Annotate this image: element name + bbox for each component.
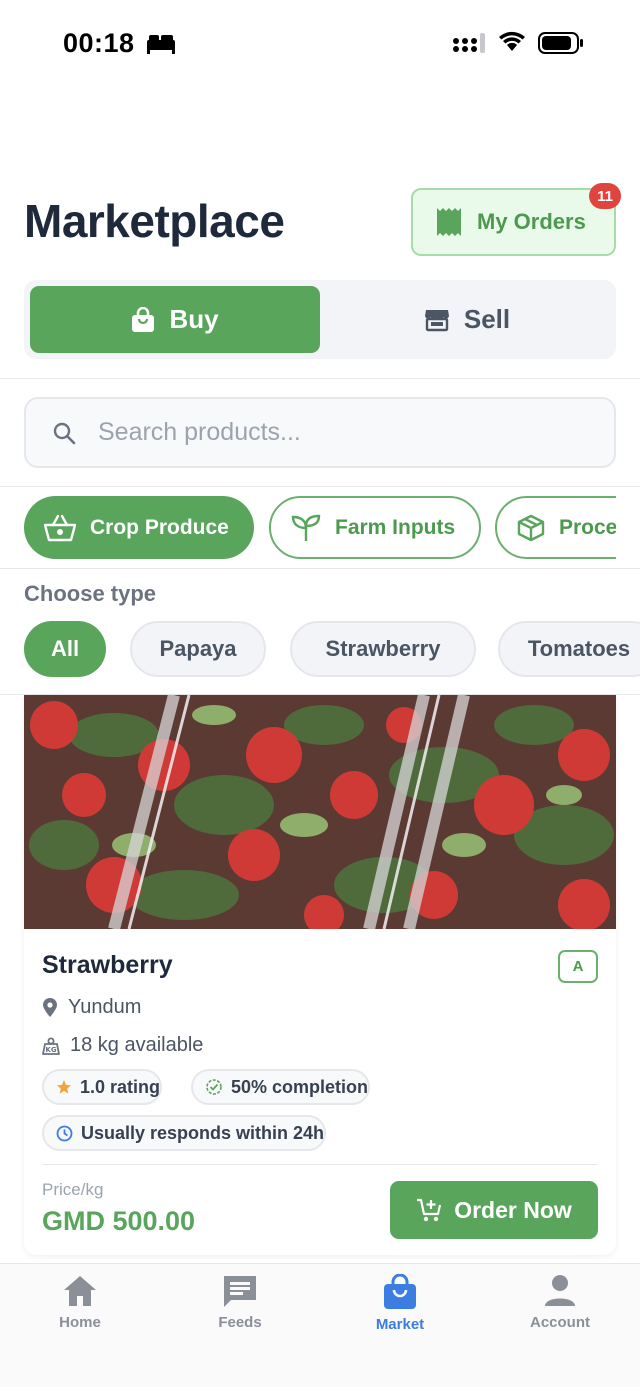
category-chip-crop-produce[interactable]: Crop Produce bbox=[24, 496, 254, 559]
tab-account[interactable]: Account bbox=[480, 1274, 640, 1331]
category-chip-processed[interactable]: Proce bbox=[495, 496, 616, 559]
storefront-icon bbox=[424, 309, 449, 331]
my-orders-label: My Orders bbox=[477, 209, 586, 234]
search-placeholder: Search products... bbox=[98, 418, 301, 446]
cellular-signal-icon bbox=[453, 33, 485, 53]
sleep-focus-icon bbox=[147, 35, 175, 54]
chat-icon bbox=[224, 1276, 256, 1307]
category-chip-farm-inputs[interactable]: Farm Inputs bbox=[269, 496, 481, 559]
type-chip-papaya[interactable]: Papaya bbox=[130, 621, 266, 677]
divider bbox=[0, 486, 640, 487]
svg-text:KG: KG bbox=[45, 1046, 56, 1054]
search-icon bbox=[53, 422, 76, 444]
tab-label: Feeds bbox=[218, 1314, 262, 1331]
completion-pill: 50% completion bbox=[191, 1069, 371, 1105]
order-now-button[interactable]: Order Now bbox=[390, 1181, 598, 1239]
type-chip-tomatoes[interactable]: Tomatoes bbox=[498, 621, 640, 677]
rating-text: 1.0 rating bbox=[80, 1076, 161, 1097]
tab-feeds[interactable]: Feeds bbox=[160, 1274, 320, 1331]
choose-type-heading: Choose type bbox=[24, 581, 157, 606]
product-availability: KG 18 kg available bbox=[42, 1034, 203, 1057]
add-to-cart-icon bbox=[417, 1198, 442, 1222]
product-name: Strawberry bbox=[42, 951, 173, 979]
page-title: Marketplace bbox=[24, 195, 285, 247]
receipt-icon bbox=[437, 208, 461, 236]
battery-icon bbox=[538, 32, 583, 54]
type-chip-all[interactable]: All bbox=[24, 621, 106, 677]
price-label: Price/kg bbox=[42, 1180, 104, 1199]
category-chips: Crop Produce Farm Inputs Proce bbox=[24, 496, 616, 559]
category-label: Crop Produce bbox=[90, 515, 229, 539]
my-orders-button[interactable]: My Orders bbox=[411, 188, 616, 256]
wifi-icon bbox=[499, 31, 525, 51]
category-label: Farm Inputs bbox=[335, 515, 456, 539]
tab-home[interactable]: Home bbox=[0, 1274, 160, 1331]
card-divider bbox=[42, 1164, 598, 1165]
price-value: GMD 500.00 bbox=[42, 1206, 196, 1236]
weight-icon: KG bbox=[42, 1037, 60, 1055]
tab-market[interactable]: Market bbox=[320, 1274, 480, 1333]
orders-count-badge: 11 bbox=[589, 183, 621, 209]
sell-label: Sell bbox=[463, 304, 511, 334]
product-image bbox=[24, 695, 616, 929]
product-card[interactable]: Strawberry A Yundum KG 18 kg available 1… bbox=[24, 695, 616, 1255]
basket-icon bbox=[44, 514, 76, 541]
clock-icon bbox=[56, 1125, 73, 1141]
completion-text: 50% completion bbox=[231, 1076, 369, 1097]
category-label: Proce bbox=[559, 515, 616, 539]
search-input[interactable]: Search products... bbox=[24, 397, 616, 468]
buy-label: Buy bbox=[169, 304, 219, 334]
tab-label: Account bbox=[530, 1314, 590, 1331]
sell-tab[interactable]: Sell bbox=[324, 286, 610, 353]
buy-sell-segment: Buy Sell bbox=[24, 280, 616, 359]
divider bbox=[0, 568, 640, 569]
star-icon bbox=[57, 1080, 71, 1094]
home-icon bbox=[64, 1276, 96, 1306]
availability-text: 18 kg available bbox=[70, 1034, 204, 1056]
rating-pill: 1.0 rating bbox=[42, 1069, 163, 1105]
bottom-tab-bar: Home Feeds Market Account bbox=[0, 1263, 640, 1387]
location-pin-icon bbox=[43, 997, 57, 1017]
person-icon bbox=[545, 1275, 575, 1306]
order-now-label: Order Now bbox=[454, 1196, 572, 1223]
response-text: Usually responds within 24h bbox=[81, 1122, 325, 1143]
product-location: Yundum bbox=[42, 996, 141, 1019]
shopping-bag-icon bbox=[132, 306, 155, 332]
box-icon bbox=[517, 514, 545, 541]
response-pill: Usually responds within 24h bbox=[42, 1115, 327, 1151]
divider bbox=[0, 378, 640, 379]
type-chip-strawberry[interactable]: Strawberry bbox=[290, 621, 476, 677]
verified-icon bbox=[206, 1079, 222, 1095]
tab-label: Home bbox=[59, 1314, 101, 1331]
location-text: Yundum bbox=[68, 996, 142, 1018]
grade-badge: A bbox=[558, 950, 598, 983]
buy-tab[interactable]: Buy bbox=[30, 286, 320, 353]
status-time: 00:18 bbox=[63, 28, 135, 58]
status-bar: 00:18 bbox=[0, 0, 640, 90]
tab-label: Market bbox=[375, 1316, 425, 1333]
sprout-icon bbox=[291, 514, 321, 541]
type-chips: All Papaya Strawberry Tomatoes bbox=[24, 621, 640, 677]
shopping-bag-icon bbox=[384, 1274, 416, 1309]
